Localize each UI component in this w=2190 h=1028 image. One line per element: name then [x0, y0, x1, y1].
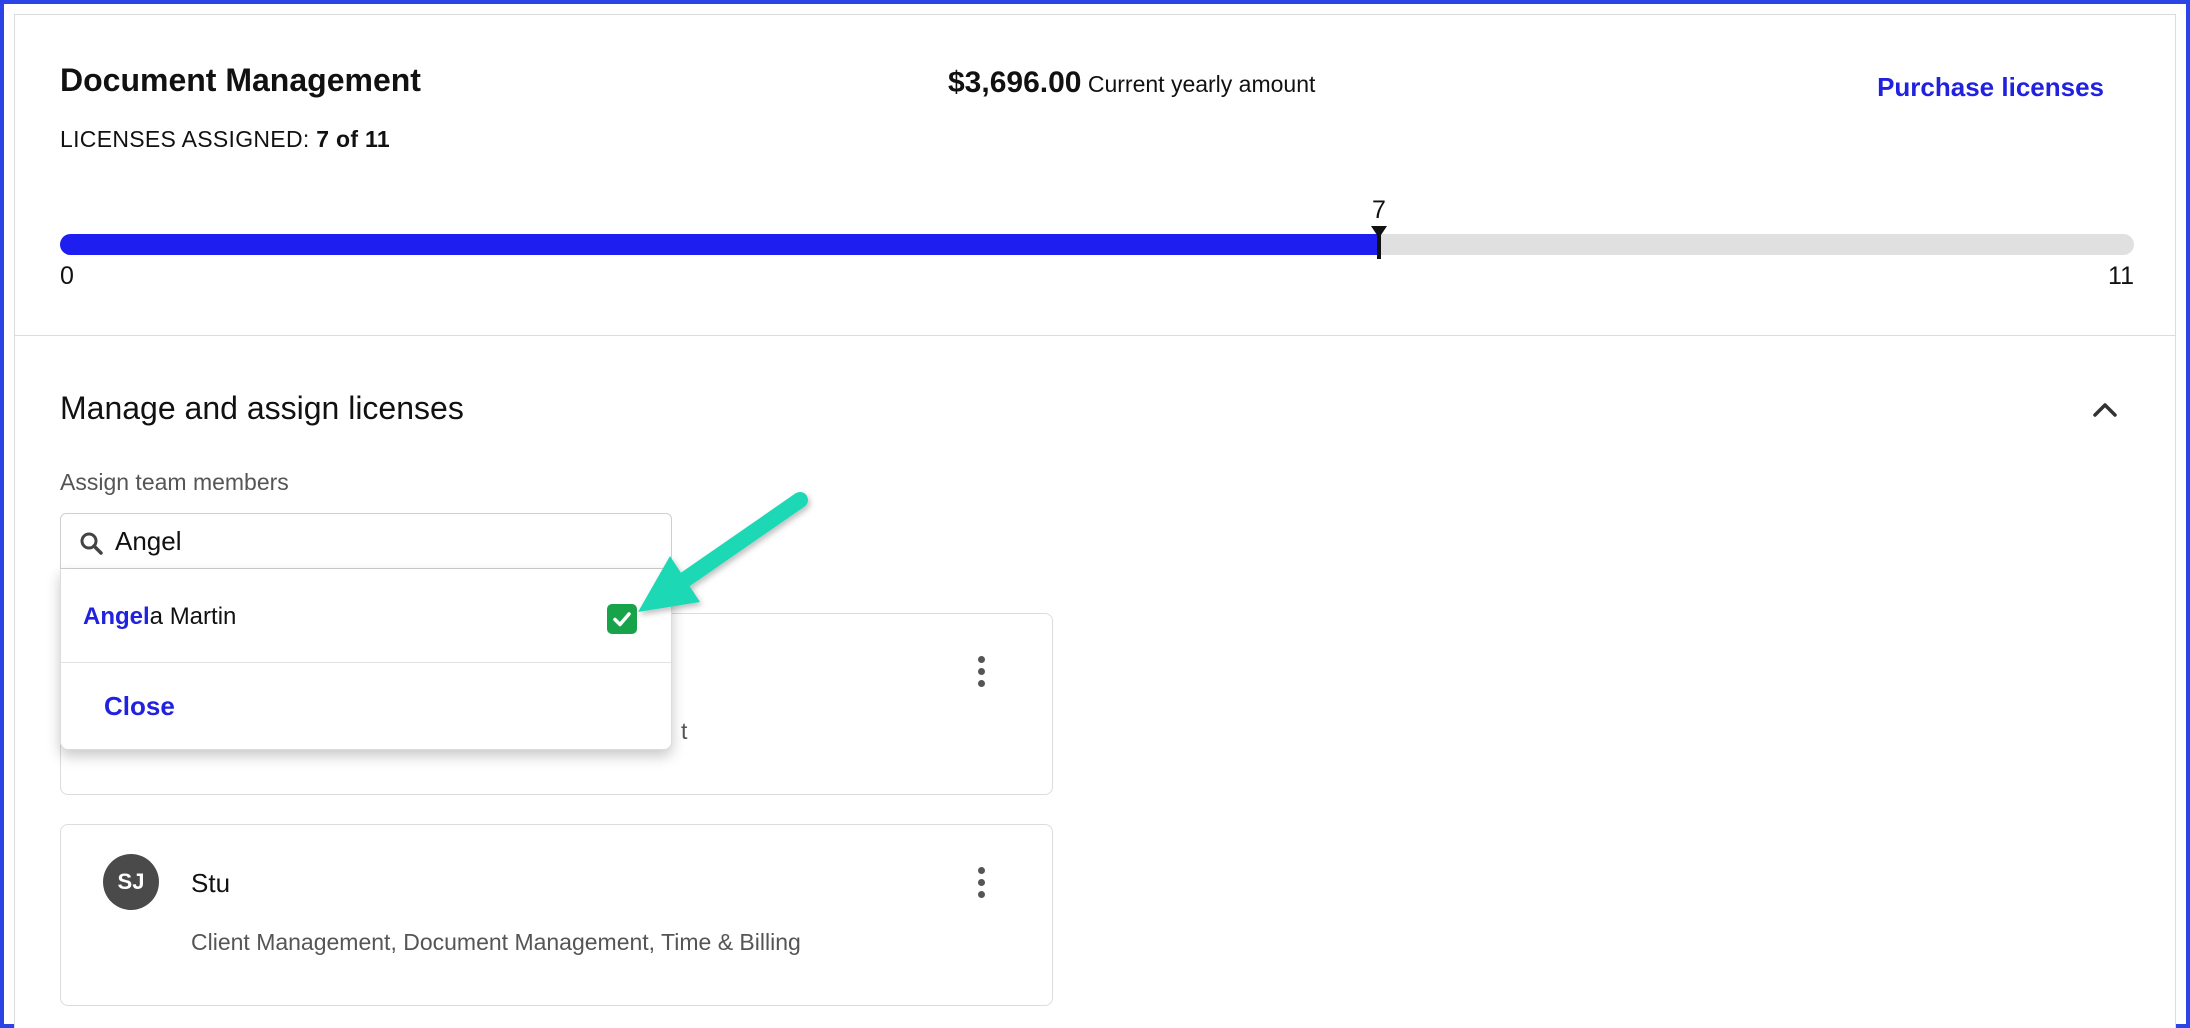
license-progress-bar: [60, 226, 2134, 259]
purchase-licenses-link[interactable]: Purchase licenses: [1877, 72, 2104, 103]
progress-min-label: 0: [60, 262, 74, 290]
team-member-search[interactable]: [60, 513, 672, 569]
section-divider: [15, 335, 2175, 336]
progress-current-label: 7: [1372, 196, 1386, 224]
close-dropdown-button[interactable]: Close: [104, 691, 175, 722]
option-label-rest: a Martin: [149, 603, 237, 630]
product-title: Document Management: [60, 62, 421, 98]
licenses-assigned: LICENSES ASSIGNED: 7 of 11: [60, 126, 390, 153]
option-match-highlight: Angel: [83, 603, 150, 630]
option-label: Angela Martin: [83, 603, 236, 631]
licenses-assigned-label: LICENSES ASSIGNED:: [60, 126, 310, 152]
yearly-amount: $3,696.00 Current yearly amount: [948, 66, 1315, 100]
search-input[interactable]: [115, 522, 655, 560]
assign-team-label: Assign team members: [60, 469, 289, 495]
more-vertical-icon[interactable]: [976, 867, 986, 901]
member-name: Stu: [191, 868, 231, 898]
avatar: SJ: [103, 854, 159, 910]
progress-marker: [1371, 226, 1387, 259]
manage-section-title: Manage and assign licenses: [60, 390, 464, 426]
yearly-amount-value: $3,696.00: [948, 66, 1082, 99]
licenses-assigned-value: 7 of 11: [316, 126, 390, 152]
search-icon: [80, 532, 103, 555]
license-progress-fill: [60, 234, 1379, 255]
arrow-annotation-icon: [638, 492, 808, 612]
chevron-up-icon[interactable]: [2090, 398, 2120, 420]
team-member-card: SJ Stu Client Management, Document Manag…: [60, 824, 1053, 1006]
member-products: t: [681, 718, 688, 744]
member-products: Client Management, Document Management, …: [191, 929, 801, 955]
search-result-option[interactable]: Angela Martin: [61, 569, 671, 663]
yearly-amount-caption: Current yearly amount: [1087, 71, 1316, 97]
progress-max-label: 11: [2108, 262, 2134, 290]
more-vertical-icon[interactable]: [976, 656, 986, 690]
search-results-dropdown: Angela Martin Close: [60, 569, 672, 750]
